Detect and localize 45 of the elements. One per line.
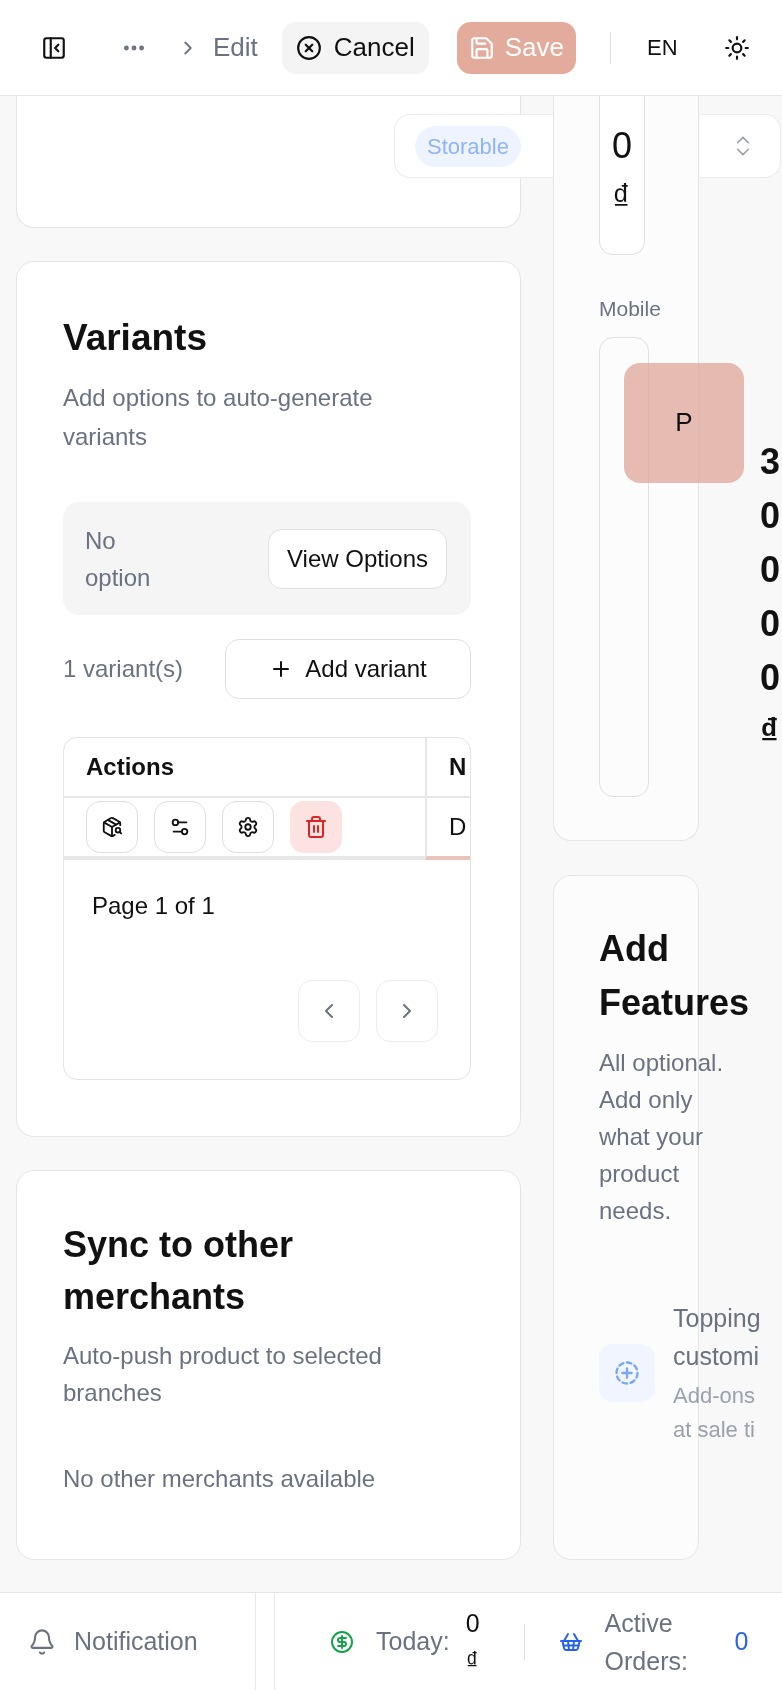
feature-title: Topping customi xyxy=(673,1303,762,1372)
today-label: Today: xyxy=(376,1625,450,1657)
add-variant-button[interactable]: Add variant xyxy=(225,639,471,699)
bell-icon[interactable] xyxy=(28,1627,56,1656)
empty-options-text: No option xyxy=(85,525,152,593)
storable-badge: Storable xyxy=(415,125,521,167)
package-search-icon xyxy=(101,816,123,838)
save-icon xyxy=(468,34,495,61)
card-title: Add Features xyxy=(599,927,751,1025)
card-title: Sync to other merchants xyxy=(63,1223,295,1319)
adjust-button[interactable] xyxy=(154,801,206,853)
sliders-icon xyxy=(169,816,191,838)
notification-button[interactable]: Notification xyxy=(74,1622,198,1661)
today-value: 0 ₫ xyxy=(465,1607,480,1677)
card-description: Add options to auto-generate variants xyxy=(63,383,374,452)
product-tile: P xyxy=(624,362,744,483)
breadcrumb-item: Edit xyxy=(213,31,258,64)
view-options-button[interactable]: View Options xyxy=(268,528,447,589)
column-header: Actions xyxy=(85,752,175,782)
delete-button[interactable] xyxy=(290,801,342,853)
active-orders-value: 0 xyxy=(734,1625,749,1657)
card-title: Variants xyxy=(63,316,208,360)
settings-icon xyxy=(237,816,259,838)
card-description: All optional. Add only what your product needs. xyxy=(599,1048,725,1226)
empty-merchants-text: No other merchants available xyxy=(63,1464,377,1494)
variant-count: 1 variant(s) xyxy=(63,654,184,684)
language-button[interactable]: EN xyxy=(647,31,678,64)
dashed-plus-icon xyxy=(613,1359,641,1387)
cancel-button[interactable]: Cancel xyxy=(281,21,429,74)
dollar-icon xyxy=(330,1629,354,1654)
price-text: 30000 ₫ xyxy=(760,439,780,754)
price-text: 0 ₫ xyxy=(612,124,632,220)
table-cell: D xyxy=(425,798,470,860)
card-description: Auto-push product to selected branches xyxy=(63,1341,383,1408)
inspect-button[interactable] xyxy=(86,801,138,853)
sun-icon[interactable] xyxy=(723,34,750,61)
settings-button[interactable] xyxy=(222,801,274,853)
sidebar-toggle-icon[interactable] xyxy=(41,34,67,61)
page-indicator: Page 1 of 1 xyxy=(92,891,216,921)
close-circle-icon xyxy=(295,34,322,61)
field-label: Mobile xyxy=(599,296,662,322)
delete-icon xyxy=(304,815,328,839)
feature-description: Add-ons at sale ti xyxy=(673,1382,756,1444)
active-orders-label: Active Orders: xyxy=(604,1607,689,1677)
column-header: N xyxy=(425,738,470,796)
